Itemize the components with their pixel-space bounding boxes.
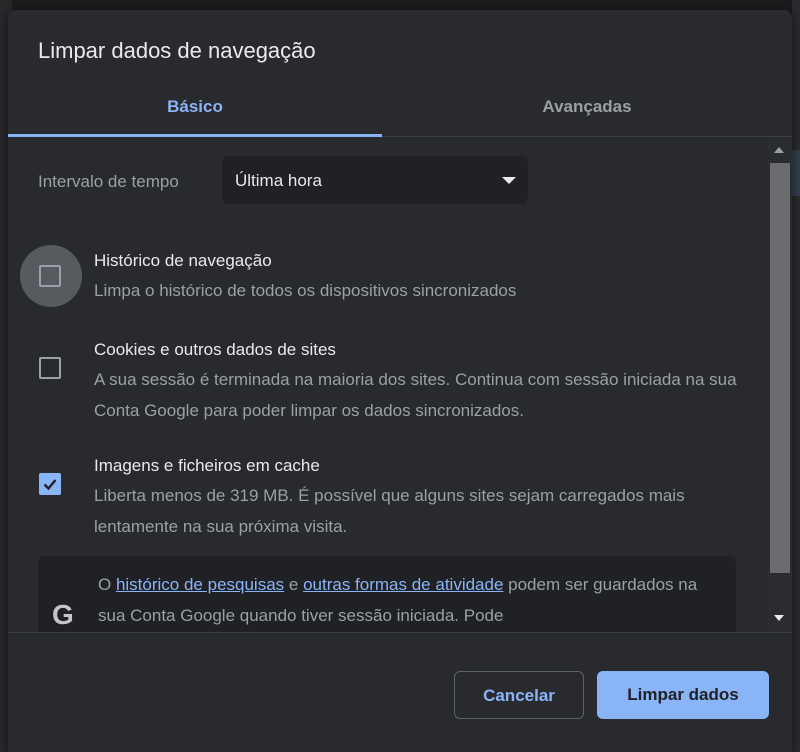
option-description: A sua sessão é terminada na maioria dos … xyxy=(94,370,737,420)
background-right-strip xyxy=(792,0,800,752)
option-browsing-history: Histórico de navegação Limpa o histórico… xyxy=(8,233,768,313)
clear-data-button[interactable]: Limpar dados xyxy=(597,671,769,719)
info-prefix: O xyxy=(98,575,116,594)
cached-images-checkbox[interactable] xyxy=(39,473,61,495)
scroll-down-arrow-icon[interactable] xyxy=(774,615,784,621)
tab-basic[interactable]: Básico xyxy=(8,86,382,137)
option-title: Imagens e ficheiros em cache xyxy=(94,456,320,475)
scrollbar-thumb[interactable] xyxy=(770,163,790,573)
clear-browsing-data-dialog: Limpar dados de navegação Básico Avançad… xyxy=(8,10,792,752)
dialog-content: Intervalo de tempo Última hora Histórico… xyxy=(8,137,792,632)
option-title: Histórico de navegação xyxy=(94,251,272,270)
cookies-checkbox[interactable] xyxy=(39,357,61,379)
search-history-link[interactable]: histórico de pesquisas xyxy=(116,575,284,594)
background-highlight xyxy=(792,150,800,196)
option-description: Limpa o histórico de todos os dispositiv… xyxy=(94,281,517,300)
tab-advanced[interactable]: Avançadas xyxy=(400,86,774,136)
dialog-footer: Cancelar Limpar dados xyxy=(8,632,792,752)
option-cookies: Cookies e outros dados de sites A sua se… xyxy=(8,327,768,427)
info-middle: e xyxy=(284,575,304,594)
time-range-label: Intervalo de tempo xyxy=(38,172,179,191)
info-text: O histórico de pesquisas e outras formas… xyxy=(98,569,718,631)
time-range-value: Última hora xyxy=(235,171,322,190)
browsing-history-checkbox[interactable] xyxy=(39,265,61,287)
scroll-up-arrow-icon[interactable] xyxy=(774,147,784,153)
content-scrollbar[interactable] xyxy=(768,137,792,632)
option-title: Cookies e outros dados de sites xyxy=(94,340,336,359)
dialog-title: Limpar dados de navegação xyxy=(38,38,316,63)
time-range-select[interactable]: Última hora xyxy=(222,156,528,204)
tab-bar: Básico Avançadas xyxy=(8,86,792,137)
option-cached-images: Imagens e ficheiros em cache Liberta men… xyxy=(8,443,768,543)
cancel-button[interactable]: Cancelar xyxy=(454,671,584,719)
dropdown-arrow-icon xyxy=(502,177,516,184)
other-activity-link[interactable]: outras formas de atividade xyxy=(303,575,503,594)
checkmark-icon xyxy=(43,479,57,491)
option-description: Liberta menos de 319 MB. É possível que … xyxy=(94,486,685,536)
google-account-info-box: G O histórico de pesquisas e outras form… xyxy=(38,556,736,632)
google-g-icon: G xyxy=(52,599,74,630)
